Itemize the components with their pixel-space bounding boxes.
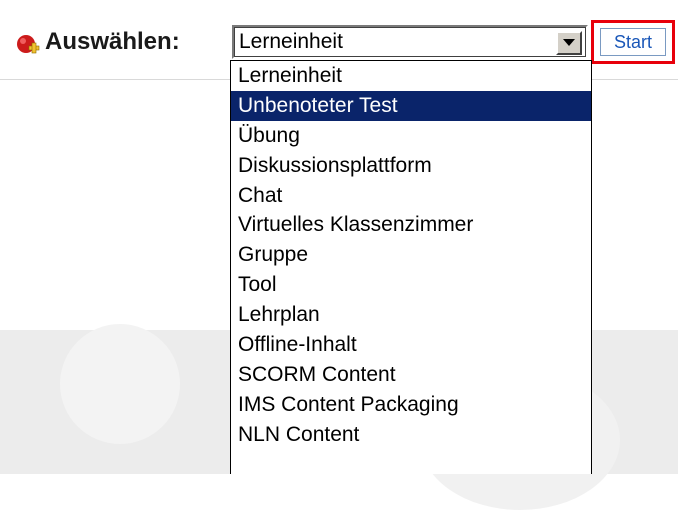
dropdown-option[interactable]: Lehrplan <box>231 300 591 330</box>
dropdown-option[interactable]: Unbenoteter Test <box>231 90 591 121</box>
dropdown-option[interactable]: NLN Content <box>231 420 591 450</box>
dropdown-option[interactable]: Lerneinheit <box>231 61 591 91</box>
dropdown-option[interactable]: Diskussionsplattform <box>231 151 591 181</box>
dropdown-option[interactable]: Offline-Inhalt <box>231 330 591 360</box>
dropdown-option[interactable]: Gruppe <box>231 240 591 270</box>
chevron-down-icon[interactable] <box>556 31 582 55</box>
dropdown-option[interactable]: Virtuelles Klassenzimmer <box>231 210 591 240</box>
dropdown-option[interactable]: SCORM Content <box>231 360 591 390</box>
select-inner-border: Lerneinheit <box>234 27 586 57</box>
object-type-dropdown-list: Lerneinheit Unbenoteter Test Übung Diskussi… <box>230 60 592 474</box>
add-object-icon <box>16 34 40 56</box>
select-current-value: Lerneinheit <box>239 30 343 53</box>
start-button[interactable]: Start <box>600 28 666 56</box>
object-type-select[interactable]: Lerneinheit <box>232 25 588 59</box>
select-type-label: Auswählen: <box>45 28 180 55</box>
dropdown-option[interactable]: Tool <box>231 270 591 300</box>
dropdown-option[interactable]: Chat <box>231 181 591 211</box>
dropdown-option[interactable]: IMS Content Packaging <box>231 390 591 420</box>
start-button-highlight: Start <box>591 20 675 64</box>
dropdown-option[interactable]: Übung <box>231 121 591 151</box>
